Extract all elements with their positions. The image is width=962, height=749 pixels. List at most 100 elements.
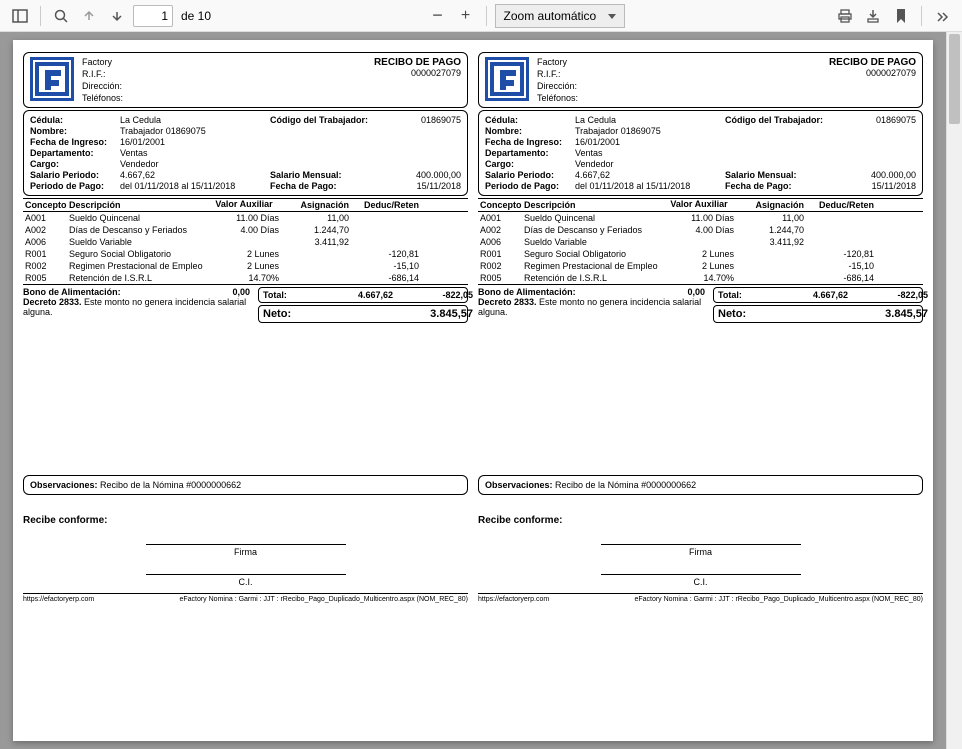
cell-deduc: -120,81 bbox=[804, 249, 874, 259]
neto-value: 3.845,57 bbox=[848, 308, 928, 320]
telefonos-label: Teléfonos: bbox=[82, 93, 366, 103]
cell-descripcion: Sueldo Variable bbox=[524, 237, 664, 247]
zoom-select[interactable]: Zoom automático bbox=[495, 4, 625, 28]
total-asig: 4.667,62 bbox=[768, 290, 848, 300]
cell-deduc bbox=[804, 213, 874, 223]
cell-concepto: A001 bbox=[480, 213, 524, 223]
cell-descripcion: Retención de I.S.R.L bbox=[524, 273, 664, 283]
cell-concepto: R005 bbox=[25, 273, 69, 283]
recibe-conforme-label: Recibe conforme: bbox=[23, 515, 468, 526]
cell-valor-aux: 2 Lunes bbox=[209, 261, 279, 271]
bookmark-icon[interactable] bbox=[889, 4, 913, 28]
cell-concepto: R002 bbox=[480, 261, 524, 271]
table-row: R005Retención de I.S.R.L14.70%-686,14 bbox=[478, 272, 923, 284]
salmen-label: Salario Mensual: bbox=[270, 170, 370, 180]
zoom-out-icon[interactable]: − bbox=[426, 4, 450, 28]
salper-label: Salario Periodo: bbox=[485, 170, 575, 180]
pdf-viewport[interactable]: Factory R.I.F.: Dirección: Teléfonos: RE… bbox=[0, 32, 946, 749]
cedula-label: Cédula: bbox=[30, 115, 120, 125]
nombre-value: Trabajador 01869075 bbox=[120, 126, 270, 136]
receipt-left: Factory R.I.F.: Dirección: Teléfonos: RE… bbox=[23, 52, 468, 729]
perpag-label: Periodo de Pago: bbox=[30, 181, 120, 191]
dep-label: Departamento: bbox=[30, 148, 120, 158]
cell-valor-aux bbox=[664, 237, 734, 247]
company-name: Factory bbox=[82, 57, 366, 67]
receipt-right: Factory R.I.F.: Dirección: Teléfonos: RE… bbox=[478, 52, 923, 729]
page-count-label: de 10 bbox=[181, 9, 211, 23]
page-number-input[interactable] bbox=[133, 5, 173, 27]
cell-valor-aux: 14.70% bbox=[209, 273, 279, 283]
signature-block: Recibe conforme: Firma C.I. bbox=[478, 515, 923, 587]
footer-left: https://efactoryerp.com bbox=[23, 596, 94, 603]
prev-page-icon[interactable] bbox=[77, 4, 101, 28]
cell-asignacion bbox=[734, 273, 804, 283]
toolbar-separator bbox=[921, 6, 922, 26]
concepts-body: A001Sueldo Quincenal11.00 Días11,00A002D… bbox=[23, 212, 468, 284]
table-row: R002Regimen Prestacional de Empleo2 Lune… bbox=[478, 260, 923, 272]
bono-value: 0,00 bbox=[665, 287, 705, 297]
ci-line: C.I. bbox=[601, 574, 801, 587]
nombre-label: Nombre: bbox=[485, 126, 575, 136]
cell-concepto: A002 bbox=[25, 225, 69, 235]
footer-right: eFactory Nomina : Garmi : JJT : rRecibo_… bbox=[179, 596, 468, 603]
print-icon[interactable] bbox=[833, 4, 857, 28]
cell-deduc bbox=[349, 225, 419, 235]
neto-label: Neto: bbox=[263, 308, 313, 320]
cell-deduc: -686,14 bbox=[804, 273, 874, 283]
codtrab-value: 01869075 bbox=[370, 115, 461, 125]
cell-asignacion bbox=[734, 249, 804, 259]
download-icon[interactable] bbox=[861, 4, 885, 28]
observaciones-box: Observaciones: Recibo de la Nómina #0000… bbox=[478, 475, 923, 495]
more-tools-icon[interactable] bbox=[930, 4, 954, 28]
zoom-in-icon[interactable]: + bbox=[454, 4, 478, 28]
receipt-number: 0000027079 bbox=[374, 68, 461, 78]
cell-deduc: -15,10 bbox=[804, 261, 874, 271]
vertical-scrollbar[interactable] bbox=[946, 32, 962, 749]
direccion-label: Dirección: bbox=[82, 81, 366, 91]
cell-descripcion: Regimen Prestacional de Empleo bbox=[69, 261, 209, 271]
scrollbar-thumb[interactable] bbox=[949, 34, 960, 124]
cell-concepto: A002 bbox=[480, 225, 524, 235]
table-row: R001Seguro Social Obligatorio2 Lunes-120… bbox=[23, 248, 468, 260]
signature-block: Recibe conforme: Firma C.I. bbox=[23, 515, 468, 587]
table-row: R002Regimen Prestacional de Empleo2 Lune… bbox=[23, 260, 468, 272]
cell-deduc bbox=[804, 225, 874, 235]
neto-line: Neto: 3.845,57 bbox=[713, 305, 923, 323]
col-descripcion: Descripción bbox=[524, 200, 664, 210]
cell-valor-aux: 4.00 Días bbox=[664, 225, 734, 235]
cell-valor-aux: 11.00 Días bbox=[209, 213, 279, 223]
cell-valor-aux bbox=[209, 237, 279, 247]
table-row: A001Sueldo Quincenal11.00 Días11,00 bbox=[23, 212, 468, 224]
cell-asignacion: 3.411,92 bbox=[734, 237, 804, 247]
obs-label: Observaciones: bbox=[485, 480, 553, 490]
next-page-icon[interactable] bbox=[105, 4, 129, 28]
cell-valor-aux: 11.00 Días bbox=[664, 213, 734, 223]
fing-label: Fecha de Ingreso: bbox=[485, 137, 575, 147]
toolbar-separator bbox=[486, 6, 487, 26]
find-icon[interactable] bbox=[49, 4, 73, 28]
dep-value: Ventas bbox=[120, 148, 270, 158]
zoom-select-label: Zoom automático bbox=[504, 9, 597, 23]
cell-valor-aux: 14.70% bbox=[664, 273, 734, 283]
obs-value: Recibo de la Nómina #0000000662 bbox=[553, 480, 697, 490]
sidebar-toggle-icon[interactable] bbox=[8, 4, 32, 28]
cell-descripcion: Seguro Social Obligatorio bbox=[524, 249, 664, 259]
col-concepto: Concepto bbox=[480, 200, 524, 210]
salper-value: 4.667,62 bbox=[575, 170, 725, 180]
obs-value: Recibo de la Nómina #0000000662 bbox=[98, 480, 242, 490]
cedula-value: La Cedula bbox=[120, 115, 270, 125]
bono-label: Bono de Alimentación: bbox=[478, 287, 576, 297]
cell-concepto: R001 bbox=[25, 249, 69, 259]
fpago-value: 15/11/2018 bbox=[370, 181, 461, 191]
bono-value: 0,00 bbox=[210, 287, 250, 297]
col-deduc: Deduc/Reten bbox=[349, 200, 419, 210]
total-label: Total: bbox=[718, 290, 768, 300]
cell-deduc bbox=[804, 237, 874, 247]
cell-asignacion bbox=[734, 261, 804, 271]
cell-deduc: -15,10 bbox=[349, 261, 419, 271]
perpag-value: del 01/11/2018 al 15/11/2018 bbox=[120, 181, 270, 191]
direccion-label: Dirección: bbox=[537, 81, 821, 91]
fing-value: 16/01/2001 bbox=[575, 137, 725, 147]
nombre-label: Nombre: bbox=[30, 126, 120, 136]
salmen-label: Salario Mensual: bbox=[725, 170, 825, 180]
